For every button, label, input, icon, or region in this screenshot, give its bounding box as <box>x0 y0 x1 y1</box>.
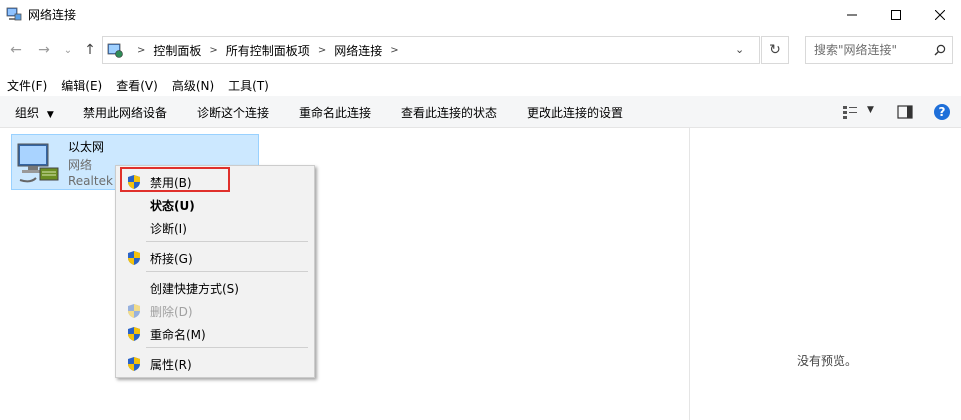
menu-item-rename[interactable]: 重命名(M) <box>118 322 312 344</box>
view-options-icon <box>843 106 857 119</box>
diagnose-button[interactable]: 诊断这个连接 <box>197 104 269 121</box>
menu-item-status[interactable]: 状态(U) <box>118 193 312 215</box>
ethernet-adapter-icon <box>17 143 59 183</box>
menu-item-properties-label: 属性(R) <box>150 358 192 372</box>
menu-advanced[interactable]: 高级(N) <box>165 74 221 94</box>
arrow-right-icon: → <box>38 42 50 58</box>
svg-text:?: ? <box>939 105 946 119</box>
refresh-icon: ↻ <box>769 42 781 58</box>
menu-item-create-shortcut[interactable]: 创建快捷方式(S) <box>118 276 312 298</box>
menu-item-rename-label: 重命名(M) <box>150 328 206 342</box>
menu-item-status-label: 状态(U) <box>150 199 195 213</box>
caret-down-icon: ▼ <box>46 110 54 120</box>
adapter-network: 网络 <box>68 158 93 172</box>
back-button[interactable]: ← <box>8 42 24 58</box>
network-connections-app-icon <box>6 7 22 21</box>
search-input[interactable] <box>814 43 928 57</box>
shield-icon <box>128 327 140 341</box>
menu-separator <box>146 271 308 272</box>
shield-icon <box>128 357 140 371</box>
menu-bar: 文件(F) 编辑(E) 查看(V) 高级(N) 工具(T) <box>0 74 276 94</box>
window-title: 网络连接 <box>28 8 77 22</box>
address-bar[interactable]: > 控制面板 > 所有控制面板项 > 网络连接 > ⌄ <box>102 36 760 64</box>
maximize-icon <box>891 10 901 20</box>
adapter-device: Realtek <box>68 174 113 188</box>
chevron-right-icon[interactable]: > <box>318 45 326 56</box>
chevron-right-icon[interactable]: > <box>209 45 217 56</box>
menu-item-diagnose-label: 诊断(I) <box>150 222 187 236</box>
view-dropdown-caret-icon[interactable]: ▼ <box>867 105 874 115</box>
menu-item-delete: 删除(D) <box>118 299 312 321</box>
close-icon <box>935 10 945 20</box>
up-button[interactable]: ↑ <box>82 42 98 58</box>
breadcrumb-all-items[interactable]: 所有控制面板项 <box>226 42 310 59</box>
arrow-up-icon: ↑ <box>84 42 96 58</box>
highlight-annotation <box>120 167 230 192</box>
menu-item-delete-label: 删除(D) <box>150 305 193 319</box>
search-box[interactable] <box>805 36 953 64</box>
menu-item-bridge[interactable]: 桥接(G) <box>118 246 312 268</box>
rename-button[interactable]: 重命名此连接 <box>299 104 371 121</box>
close-button[interactable] <box>917 0 961 30</box>
change-view-button[interactable] <box>842 105 858 122</box>
context-menu: 禁用(B) 状态(U) 诊断(I) 桥接(G) 创建快捷方式(S) 删除(D) … <box>115 165 315 378</box>
adapter-name: 以太网 <box>68 140 105 154</box>
breadcrumb-network-connections[interactable]: 网络连接 <box>334 42 382 59</box>
menu-file[interactable]: 文件(F) <box>0 74 54 94</box>
menu-item-bridge-label: 桥接(G) <box>150 252 193 266</box>
menu-edit[interactable]: 编辑(E) <box>54 74 109 94</box>
help-icon: ? <box>934 104 950 120</box>
address-dropdown-chevron-icon[interactable]: ⌄ <box>735 43 744 56</box>
menu-item-diagnose[interactable]: 诊断(I) <box>118 216 312 238</box>
chevron-right-icon: > <box>137 45 146 56</box>
forward-button[interactable]: → <box>36 42 52 58</box>
menu-separator <box>146 241 308 242</box>
minimize-icon <box>847 14 857 16</box>
command-bar: 组织 ▼ 禁用此网络设备 诊断这个连接 重命名此连接 查看此连接的状态 更改此连… <box>0 96 961 128</box>
minimize-button[interactable] <box>829 0 875 30</box>
chevron-right-icon[interactable]: > <box>390 45 398 56</box>
change-settings-button[interactable]: 更改此连接的设置 <box>527 104 623 121</box>
help-button[interactable]: ? <box>933 103 951 124</box>
shield-icon <box>128 251 140 265</box>
address-row: ← → ⌄ ↑ > 控制面板 > 所有控制面板项 > 网络连接 > ⌄ ↻ <box>0 34 961 66</box>
search-icon <box>934 44 946 56</box>
preview-pane-button[interactable] <box>897 105 913 122</box>
control-panel-icon <box>107 43 123 58</box>
menu-separator <box>146 347 308 348</box>
organize-button[interactable]: 组织 ▼ <box>15 104 54 121</box>
menu-item-create-shortcut-label: 创建快捷方式(S) <box>150 282 239 296</box>
view-status-button[interactable]: 查看此连接的状态 <box>401 104 497 121</box>
menu-tools[interactable]: 工具(T) <box>221 74 276 94</box>
breadcrumb-control-panel[interactable]: 控制面板 <box>153 42 201 59</box>
recent-locations-button[interactable]: ⌄ <box>60 42 76 58</box>
maximize-button[interactable] <box>873 0 919 30</box>
preview-pane-icon <box>897 105 913 119</box>
no-preview-text: 没有预览。 <box>797 354 858 368</box>
disable-device-button[interactable]: 禁用此网络设备 <box>83 104 167 121</box>
refresh-button[interactable]: ↻ <box>761 36 789 64</box>
shield-icon <box>128 304 140 318</box>
organize-label: 组织 <box>15 106 40 120</box>
title-bar: 网络连接 <box>0 0 961 30</box>
arrow-left-icon: ← <box>10 42 22 58</box>
chevron-down-icon: ⌄ <box>63 44 73 56</box>
menu-item-properties[interactable]: 属性(R) <box>118 352 312 374</box>
preview-pane-divider <box>689 128 690 420</box>
menu-view[interactable]: 查看(V) <box>109 74 165 94</box>
